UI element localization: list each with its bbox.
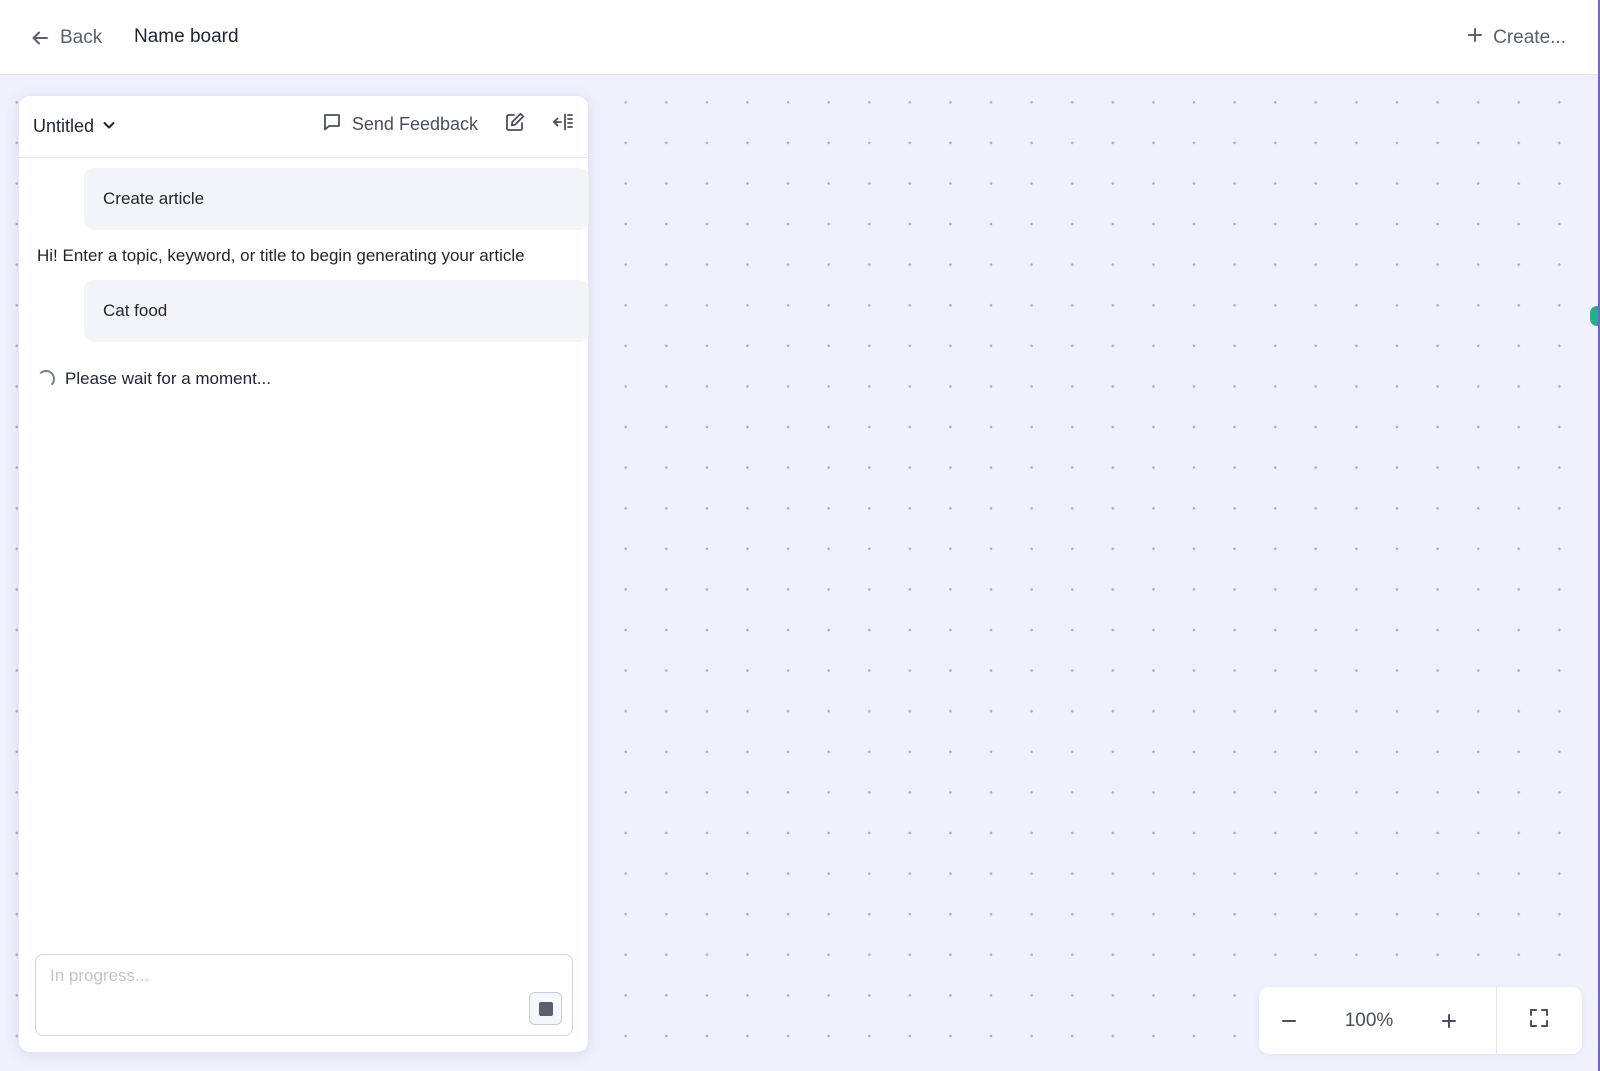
back-label: Back: [60, 27, 103, 48]
chat-panel-header: Untitled Send Feedback: [19, 96, 588, 158]
chat-input-placeholder: In progress...: [50, 966, 150, 985]
arrow-left-icon: [30, 28, 50, 48]
user-message-text: Cat food: [103, 301, 168, 320]
user-message-text: Create article: [103, 189, 205, 208]
zoom-level: 100%: [1344, 1009, 1394, 1031]
fullscreen-button[interactable]: [1497, 987, 1581, 1054]
board-title[interactable]: Name board: [134, 26, 239, 48]
stop-generation-button[interactable]: [529, 992, 562, 1025]
create-label: Create...: [1493, 27, 1566, 48]
back-button[interactable]: Back: [30, 22, 102, 54]
create-button[interactable]: Create...: [1467, 22, 1566, 54]
top-bar: Back Name board Create...: [0, 0, 1600, 75]
chat-messages: Create article Hi! Enter a topic, keywor…: [19, 158, 589, 389]
plus-icon: [1442, 1007, 1456, 1035]
zoom-out-button[interactable]: [1259, 987, 1319, 1054]
loading-status: Please wait for a moment...: [37, 369, 570, 389]
edit-button[interactable]: [504, 111, 526, 138]
loading-status-text: Please wait for a moment...: [65, 369, 271, 388]
chat-panel: Untitled Send Feedback Create article Hi…: [18, 95, 589, 1053]
send-feedback-label: Send Feedback: [351, 114, 478, 134]
assistant-message: Hi! Enter a topic, keyword, or title to …: [37, 246, 525, 265]
zoom-in-button[interactable]: [1419, 987, 1479, 1054]
send-feedback-button[interactable]: Send Feedback: [322, 112, 478, 137]
spinner-icon: [37, 370, 55, 388]
message-square-icon: [322, 112, 342, 137]
conversation-title-dropdown[interactable]: Untitled: [33, 116, 116, 137]
collapse-panel-icon: [552, 111, 574, 138]
stop-icon: [538, 1001, 553, 1016]
minus-icon: [1282, 1007, 1296, 1035]
plus-icon: [1467, 27, 1483, 49]
chevron-down-icon: [102, 116, 116, 137]
header-actions: Send Feedback: [322, 111, 574, 138]
edit-icon: [504, 111, 526, 138]
conversation-title: Untitled: [33, 116, 95, 136]
chat-input[interactable]: In progress...: [35, 954, 573, 1036]
collapse-panel-button[interactable]: [552, 111, 574, 138]
user-message: Cat food: [84, 280, 589, 342]
zoom-controls: 100%: [1259, 987, 1582, 1054]
user-message: Create article: [84, 168, 589, 230]
fullscreen-icon: [1529, 1008, 1549, 1033]
